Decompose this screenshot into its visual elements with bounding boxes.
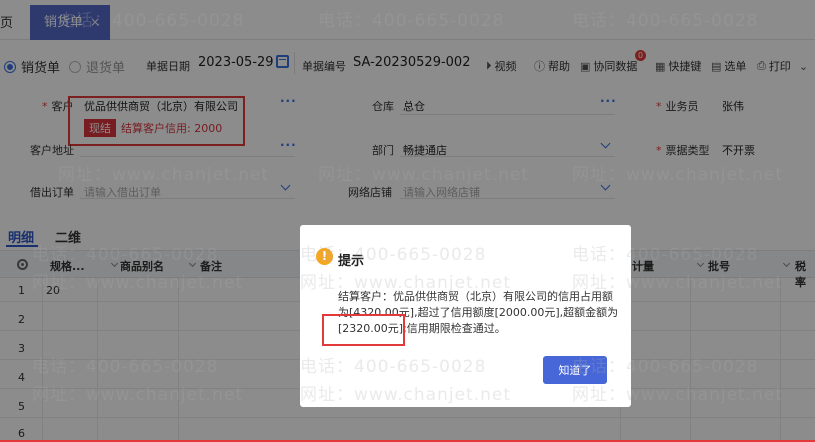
alert-dialog: ! 提示 结算客户：优品供供商贸（北京）有限公司的信用占用额为[4320.00元… bbox=[300, 225, 631, 407]
warning-icon: ! bbox=[316, 248, 333, 265]
ok-button[interactable]: 知道了 bbox=[543, 356, 607, 384]
dialog-title: 提示 bbox=[338, 254, 365, 269]
highlight-box bbox=[322, 314, 405, 346]
